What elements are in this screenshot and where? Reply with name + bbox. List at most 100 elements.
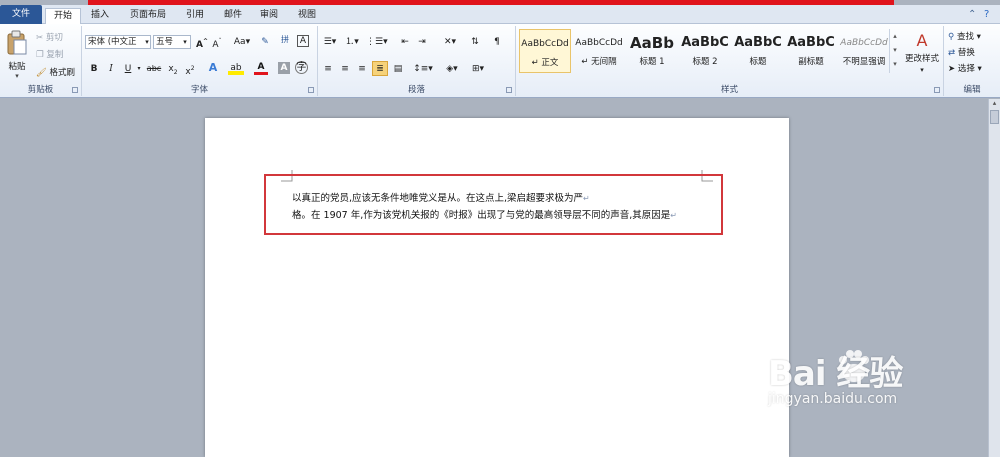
- style-subtle-emphasis[interactable]: AaBbCcDd 不明显强调: [838, 29, 890, 73]
- font-group-label: 字体: [190, 85, 208, 95]
- copy-icon: ❐: [36, 50, 47, 60]
- justify-icon[interactable]: ≣: [372, 61, 388, 76]
- tab-mailings[interactable]: 邮件: [218, 8, 248, 24]
- paste-button[interactable]: 粘贴 ▾: [4, 30, 30, 80]
- clipboard-launcher-icon[interactable]: [72, 87, 78, 93]
- style-normal[interactable]: AaBbCcDd ↵ 正文: [519, 29, 571, 73]
- shrink-font-icon[interactable]: Aˇ: [210, 35, 224, 50]
- change-styles-button[interactable]: A 更改样式 ▾: [902, 30, 942, 74]
- numbering-icon[interactable]: ⒈▾: [343, 35, 361, 49]
- tab-view[interactable]: 视图: [292, 8, 322, 24]
- align-center-icon[interactable]: ≡: [338, 62, 352, 76]
- paste-dropdown-icon: ▾: [15, 72, 19, 80]
- scroll-up-icon[interactable]: ▴: [890, 29, 900, 43]
- style-preview: AaBbCcDd: [840, 38, 888, 48]
- find-label: 查找: [956, 32, 974, 42]
- style-preview: AaBbC: [734, 35, 782, 50]
- superscript-icon[interactable]: x2: [183, 62, 197, 77]
- style-heading-2[interactable]: AaBbC 标题 2: [679, 29, 731, 73]
- font-family-dropdown-icon[interactable]: ▾: [140, 35, 154, 49]
- highlight-annotation-box: [264, 174, 723, 235]
- replace-button[interactable]: ⇄ 替换: [948, 46, 975, 58]
- style-preview: AaBbC: [787, 35, 835, 50]
- multilevel-list-icon[interactable]: ⋮☰▾: [366, 35, 388, 49]
- font-launcher-icon[interactable]: [308, 87, 314, 93]
- change-styles-icon: A: [916, 31, 928, 50]
- font-size-dropdown-icon[interactable]: ▾: [178, 35, 192, 49]
- styles-group-label: 样式: [720, 85, 738, 95]
- tab-file[interactable]: 文件: [0, 5, 42, 24]
- vertical-scrollbar[interactable]: ▴: [988, 99, 1000, 457]
- help-icon[interactable]: ?: [984, 9, 989, 20]
- scissors-icon: ✂: [36, 33, 46, 43]
- decrease-indent-icon[interactable]: ⇤: [398, 35, 412, 49]
- tab-insert[interactable]: 插入: [84, 8, 116, 24]
- document-page[interactable]: 以真正的党员,应该无条件地唯党义是从。在这点上,梁启超要求极为严↵ 格。在 19…: [205, 118, 789, 457]
- scroll-up-arrow-icon[interactable]: ▴: [989, 99, 1000, 107]
- distributed-icon[interactable]: ▤: [391, 62, 405, 76]
- phonetic-guide-icon[interactable]: 拼: [278, 33, 292, 47]
- editing-group-label: 编辑: [963, 85, 981, 95]
- tab-review[interactable]: 审阅: [254, 8, 284, 24]
- ribbon-tab-strip: 文件 开始 插入 页面布局 引用 邮件 审阅 视图 ⌃ ?: [0, 5, 1000, 25]
- select-button[interactable]: ➤ 选择 ▾: [948, 62, 982, 74]
- select-label: 选择: [957, 64, 975, 74]
- style-title[interactable]: AaBbC 标题: [732, 29, 784, 73]
- more-styles-icon[interactable]: ▾: [890, 57, 900, 71]
- ribbon: 粘贴 ▾ ✂ 剪切 ❐ 复制 🖌 格式刷 剪贴板 宋体 (中文正 ▾ 五号 ▾ …: [0, 24, 1000, 98]
- paragraph-group-label: 段落: [407, 85, 425, 95]
- style-preview: AaBb: [630, 34, 674, 52]
- brush-icon: 🖌: [36, 68, 50, 78]
- subscript-icon[interactable]: x2: [166, 62, 180, 76]
- style-name: ↵ 无间隔: [581, 57, 617, 67]
- tab-page-layout[interactable]: 页面布局: [122, 8, 174, 24]
- style-preview: AaBbCcDd: [575, 38, 623, 48]
- bullets-icon[interactable]: ☰▾: [321, 35, 339, 49]
- clear-formatting-icon[interactable]: ✎: [258, 35, 272, 49]
- change-case-icon[interactable]: Aa▾: [232, 35, 252, 49]
- find-button[interactable]: ⚲ 查找 ▾: [948, 30, 981, 42]
- tab-references[interactable]: 引用: [180, 8, 210, 24]
- styles-scroll[interactable]: ▴ ▾ ▾: [889, 29, 900, 73]
- style-name: 副标题: [798, 57, 824, 67]
- borders-icon[interactable]: ⊞▾: [468, 62, 488, 76]
- styles-launcher-icon[interactable]: [934, 87, 940, 93]
- style-heading-1[interactable]: AaBb 标题 1: [626, 29, 678, 73]
- shading-icon[interactable]: ◈▾: [442, 62, 462, 76]
- group-font: 宋体 (中文正 ▾ 五号 ▾ A^ Aˇ Aa▾ ✎ 拼 A B I U ▾ a…: [82, 26, 318, 96]
- style-preview: AaBbCcDd: [521, 39, 569, 49]
- ribbon-minimize-icon[interactable]: ⌃: [968, 9, 976, 20]
- line-spacing-icon[interactable]: ↕≡▾: [413, 62, 433, 76]
- copy-button[interactable]: ❐ 复制: [36, 48, 63, 60]
- italic-icon[interactable]: I: [104, 62, 118, 76]
- highlight-color-icon[interactable]: ab: [228, 61, 244, 75]
- tab-home[interactable]: 开始: [45, 8, 81, 25]
- increase-indent-icon[interactable]: ⇥: [415, 35, 429, 49]
- style-no-spacing[interactable]: AaBbCcDd ↵ 无间隔: [573, 29, 625, 73]
- sort-icon[interactable]: ⇅: [468, 35, 482, 49]
- group-clipboard: 粘贴 ▾ ✂ 剪切 ❐ 复制 🖌 格式刷 剪贴板: [0, 26, 82, 96]
- paragraph-launcher-icon[interactable]: [506, 87, 512, 93]
- chinese-layout-icon[interactable]: ✕▾: [440, 35, 460, 49]
- underline-dropdown-icon[interactable]: ▾: [132, 62, 146, 76]
- bold-icon[interactable]: B: [87, 62, 101, 76]
- character-shading-icon[interactable]: A: [278, 62, 290, 74]
- group-paragraph: ☰▾ ⒈▾ ⋮☰▾ ⇤ ⇥ ✕▾ ⇅ ¶ ≡ ≡ ≡ ≣ ▤ ↕≡▾ ◈▾ ⊞▾…: [318, 26, 516, 96]
- scrollbar-thumb[interactable]: [990, 110, 999, 124]
- font-color-icon[interactable]: A: [254, 61, 268, 75]
- show-marks-icon[interactable]: ¶: [490, 35, 504, 49]
- style-name: 标题 1: [639, 57, 665, 67]
- text-effects-icon[interactable]: A: [206, 61, 220, 75]
- grow-font-icon[interactable]: A^: [195, 35, 209, 50]
- character-border-icon[interactable]: A: [297, 35, 309, 47]
- cut-button[interactable]: ✂ 剪切: [36, 31, 63, 43]
- style-subtitle[interactable]: AaBbC 副标题: [785, 29, 837, 73]
- scroll-down-icon[interactable]: ▾: [890, 43, 900, 57]
- cursor-icon: ➤: [948, 64, 958, 74]
- format-painter-button[interactable]: 🖌 格式刷: [36, 66, 75, 78]
- font-size-value: 五号: [156, 37, 174, 47]
- enclose-characters-icon[interactable]: 字: [295, 61, 308, 74]
- align-left-icon[interactable]: ≡: [321, 62, 335, 76]
- align-right-icon[interactable]: ≡: [355, 62, 369, 76]
- strikethrough-icon[interactable]: abc: [146, 62, 162, 76]
